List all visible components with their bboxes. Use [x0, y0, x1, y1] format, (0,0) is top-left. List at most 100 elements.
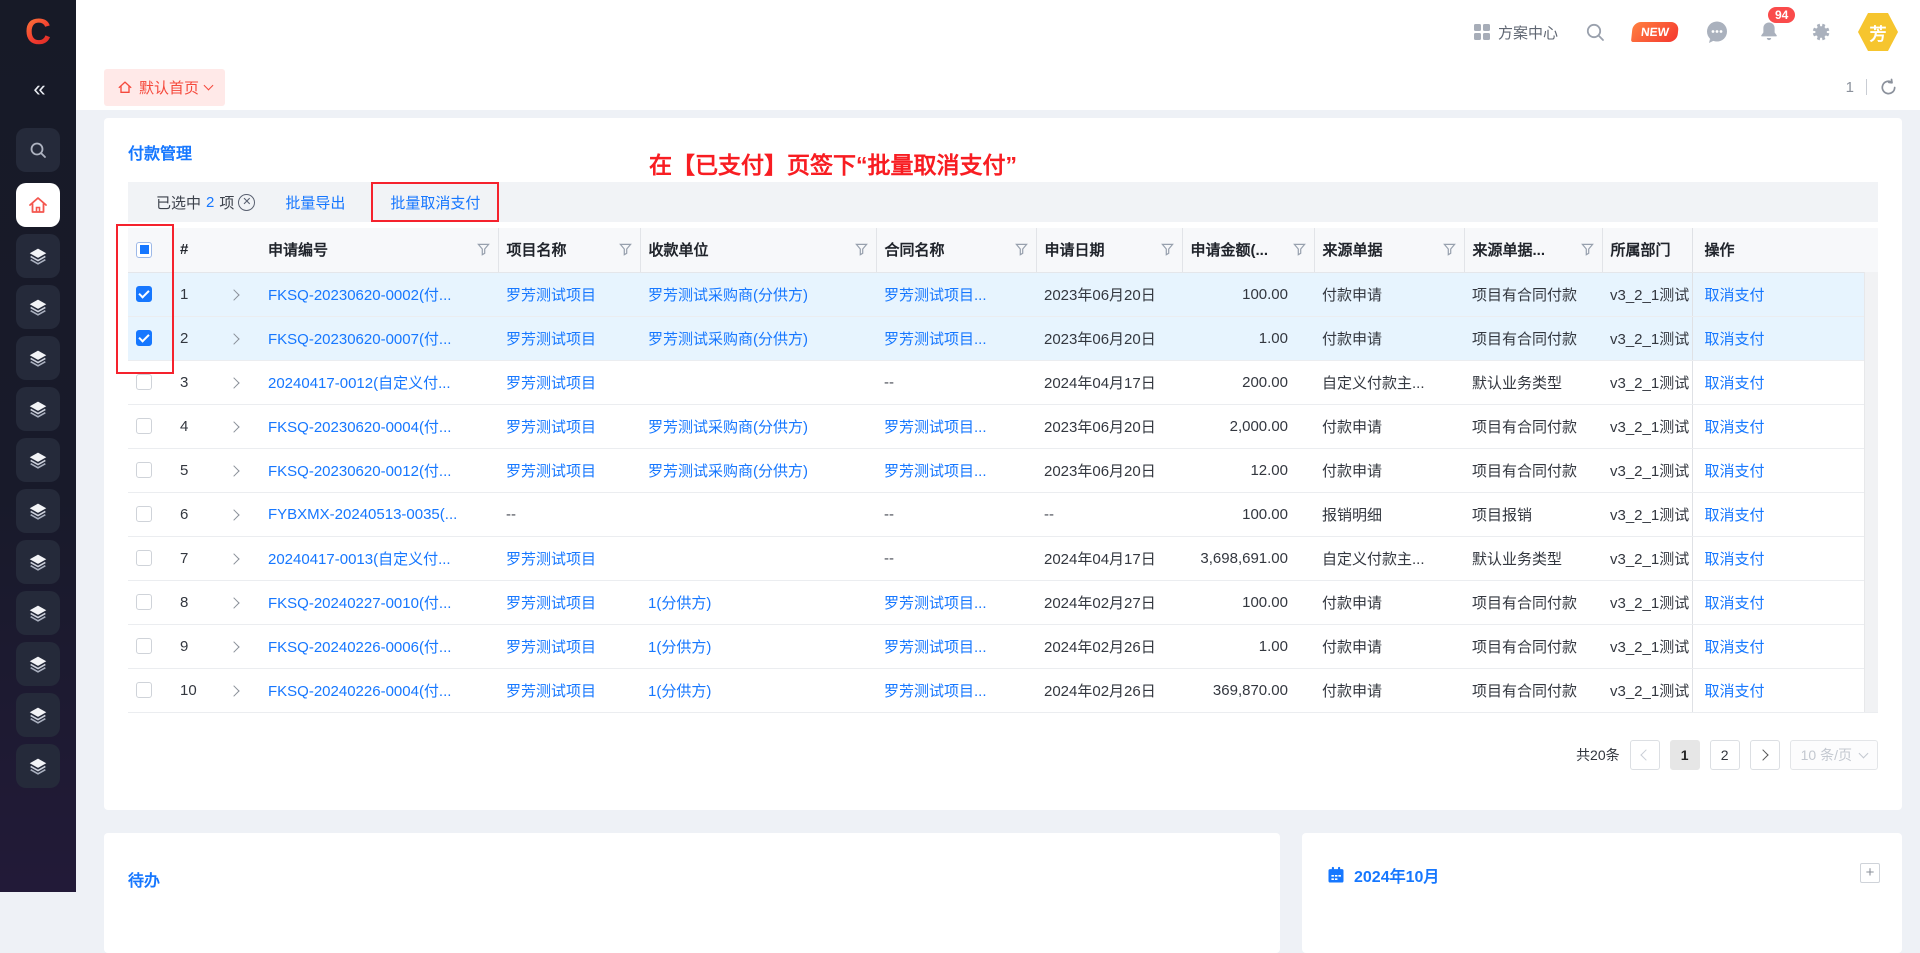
row-checkbox[interactable] [136, 550, 152, 566]
sidebar-item-module-2[interactable] [16, 285, 60, 329]
sidebar-item-module-3[interactable] [16, 336, 60, 380]
expand-row-icon[interactable] [228, 421, 239, 432]
collapse-sidebar-icon[interactable]: « [33, 76, 42, 102]
filter-icon[interactable] [1293, 243, 1306, 256]
expand-row-icon[interactable] [228, 597, 239, 608]
contract-link[interactable]: 罗芳测试项目... [884, 639, 987, 656]
row-checkbox[interactable] [136, 506, 152, 522]
filter-icon[interactable] [1581, 243, 1594, 256]
cancel-payment-link[interactable]: 取消支付 [1705, 463, 1765, 480]
sidebar-item-module-5[interactable] [16, 438, 60, 482]
expand-row-icon[interactable] [228, 509, 239, 520]
sidebar-item-module-6[interactable] [16, 489, 60, 533]
cancel-payment-link[interactable]: 取消支付 [1705, 419, 1765, 436]
row-checkbox[interactable] [136, 638, 152, 654]
payee-link[interactable]: 罗芳测试采购商(分供方) [648, 331, 808, 348]
sidebar-search-button[interactable] [16, 128, 60, 172]
solution-center-button[interactable]: 方案中心 [1473, 22, 1558, 43]
filter-icon[interactable] [477, 243, 490, 256]
tab-default-home[interactable]: 默认首页 [104, 69, 225, 106]
row-checkbox[interactable] [136, 594, 152, 610]
expand-row-icon[interactable] [228, 553, 239, 564]
refresh-icon[interactable] [1879, 78, 1898, 97]
filter-icon[interactable] [1443, 243, 1456, 256]
project-link[interactable]: 罗芳测试项目 [506, 683, 596, 700]
expand-row-icon[interactable] [228, 289, 239, 300]
payee-link[interactable]: 罗芳测试采购商(分供方) [648, 287, 808, 304]
cancel-payment-link[interactable]: 取消支付 [1705, 639, 1765, 656]
payee-link[interactable]: 罗芳测试采购商(分供方) [648, 463, 808, 480]
sidebar-item-module-9[interactable] [16, 642, 60, 686]
project-link[interactable]: 罗芳测试项目 [506, 595, 596, 612]
new-badge[interactable]: NEW [1631, 22, 1679, 42]
request-code-link[interactable]: FKSQ-20240226-0006(付... [268, 639, 451, 656]
sidebar-item-module-11[interactable] [16, 744, 60, 788]
row-checkbox[interactable] [136, 682, 152, 698]
expand-row-icon[interactable] [228, 685, 239, 696]
cancel-payment-link[interactable]: 取消支付 [1705, 683, 1765, 700]
request-code-link[interactable]: 20240417-0012(自定义付... [268, 375, 451, 392]
sidebar-item-module-10[interactable] [16, 693, 60, 737]
filter-icon[interactable] [619, 243, 632, 256]
request-code-link[interactable]: FKSQ-20240227-0010(付... [268, 595, 451, 612]
batch-cancel-payment-button[interactable]: 批量取消支付 [390, 192, 480, 213]
cancel-payment-link[interactable]: 取消支付 [1705, 331, 1765, 348]
project-link[interactable]: 罗芳测试项目 [506, 551, 596, 568]
filter-icon[interactable] [855, 243, 868, 256]
filter-icon[interactable] [1015, 243, 1028, 256]
filter-icon[interactable] [1161, 243, 1174, 256]
cancel-payment-link[interactable]: 取消支付 [1705, 287, 1765, 304]
batch-export-button[interactable]: 批量导出 [285, 192, 345, 213]
sidebar-item-module-7[interactable] [16, 540, 60, 584]
project-link[interactable]: 罗芳测试项目 [506, 331, 596, 348]
sidebar-item-home[interactable] [16, 183, 60, 227]
request-code-link[interactable]: FYBXMX-20240513-0035(... [268, 506, 457, 523]
payee-link[interactable]: 1(分供方) [648, 639, 711, 656]
page-2-button[interactable]: 2 [1710, 740, 1740, 770]
messages-button[interactable] [1704, 19, 1730, 45]
contract-link[interactable]: 罗芳测试项目... [884, 331, 987, 348]
settings-button[interactable] [1808, 20, 1832, 44]
expand-row-icon[interactable] [228, 377, 239, 388]
project-link[interactable]: 罗芳测试项目 [506, 287, 596, 304]
expand-row-icon[interactable] [228, 465, 239, 476]
prev-page-button[interactable] [1630, 740, 1660, 770]
request-code-link[interactable]: FKSQ-20240226-0004(付... [268, 683, 451, 700]
page-1-button[interactable]: 1 [1670, 740, 1700, 770]
sidebar-item-module-4[interactable] [16, 387, 60, 431]
project-link[interactable]: 罗芳测试项目 [506, 375, 596, 392]
table-vertical-scrollbar[interactable] [1864, 272, 1878, 712]
request-code-link[interactable]: FKSQ-20230620-0012(付... [268, 463, 451, 480]
contract-link[interactable]: 罗芳测试项目... [884, 419, 987, 436]
project-link[interactable]: 罗芳测试项目 [506, 419, 596, 436]
sidebar-item-module-8[interactable] [16, 591, 60, 635]
payee-link[interactable]: 1(分供方) [648, 595, 711, 612]
request-code-link[interactable]: 20240417-0013(自定义付... [268, 551, 451, 568]
row-checkbox[interactable] [136, 418, 152, 434]
request-code-link[interactable]: FKSQ-20230620-0004(付... [268, 419, 451, 436]
payee-link[interactable]: 1(分供方) [648, 683, 711, 700]
avatar[interactable]: 芳 [1858, 13, 1898, 51]
expand-row-icon[interactable] [228, 333, 239, 344]
cancel-payment-link[interactable]: 取消支付 [1705, 595, 1765, 612]
add-event-button[interactable]: + [1860, 863, 1880, 883]
row-checkbox[interactable] [136, 286, 152, 302]
project-link[interactable]: 罗芳测试项目 [506, 639, 596, 656]
next-page-button[interactable] [1750, 740, 1780, 770]
request-code-link[interactable]: FKSQ-20230620-0002(付... [268, 287, 451, 304]
payee-link[interactable]: 罗芳测试采购商(分供方) [648, 419, 808, 436]
row-checkbox[interactable] [136, 374, 152, 390]
contract-link[interactable]: 罗芳测试项目... [884, 463, 987, 480]
contract-link[interactable]: 罗芳测试项目... [884, 595, 987, 612]
page-size-select[interactable]: 10 条/页 [1790, 740, 1878, 770]
cancel-payment-link[interactable]: 取消支付 [1705, 375, 1765, 392]
row-checkbox[interactable] [136, 462, 152, 478]
cancel-payment-link[interactable]: 取消支付 [1705, 507, 1765, 524]
request-code-link[interactable]: FKSQ-20230620-0007(付... [268, 331, 451, 348]
expand-row-icon[interactable] [228, 641, 239, 652]
contract-link[interactable]: 罗芳测试项目... [884, 683, 987, 700]
topbar-search-button[interactable] [1584, 21, 1606, 43]
select-all-checkbox[interactable] [136, 242, 152, 258]
sidebar-item-module-1[interactable] [16, 234, 60, 278]
row-checkbox[interactable] [136, 330, 152, 346]
